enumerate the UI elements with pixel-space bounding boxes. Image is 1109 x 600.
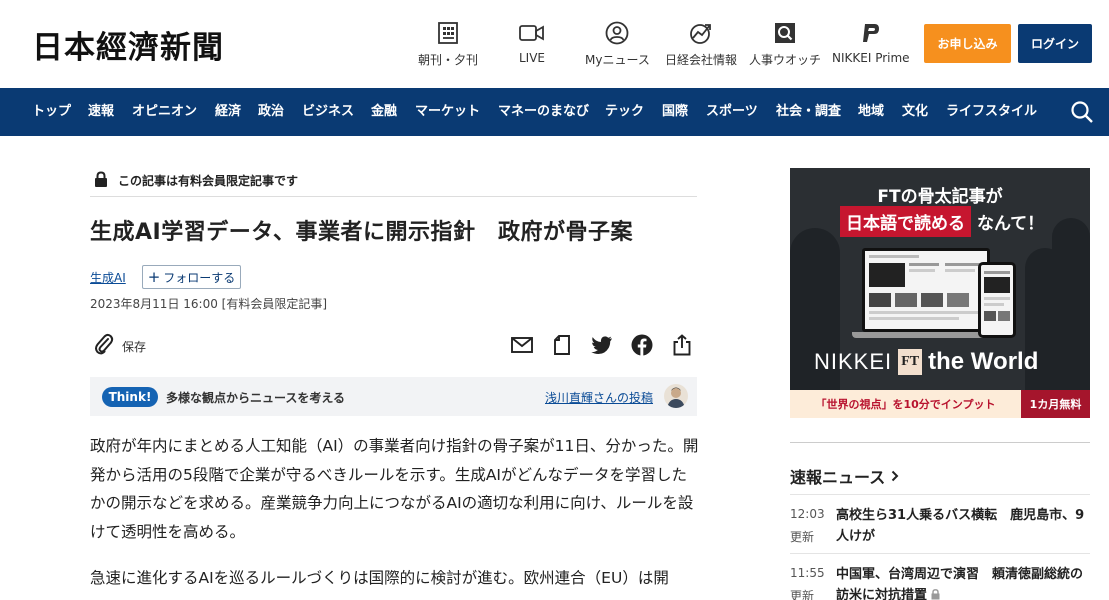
chart-icon	[688, 20, 714, 46]
nav-label: NIKKEI Prime	[832, 51, 910, 65]
article-paragraph: 急速に進化するAIを巡るルールづくりは国際的に検討が進む。欧州連合（EU）は開	[90, 569, 669, 587]
nav-label: 日経会社情報	[665, 53, 738, 67]
save-button[interactable]: 保存	[94, 333, 146, 359]
ft-logo-icon: FT	[898, 349, 923, 375]
nav-item-sports[interactable]: スポーツ	[706, 88, 758, 136]
breaking-news-heading[interactable]: 速報ニュース	[790, 464, 899, 488]
site-logo[interactable]: 日本經濟新聞	[32, 24, 224, 66]
nav-item-tech[interactable]: テック	[605, 88, 644, 136]
search-icon[interactable]	[1070, 100, 1094, 124]
facebook-icon[interactable]	[631, 334, 653, 356]
lock-icon	[94, 171, 108, 191]
save-label: 保存	[122, 339, 147, 354]
nav-item-opinion[interactable]: オピニオン	[132, 88, 197, 136]
news-headline-text: 中国軍、台湾周辺で演習 頼清徳副総統の訪米に対抗措置	[836, 567, 1084, 600]
nav-nikkei-prime[interactable]: NIKKEI Prime	[832, 20, 910, 70]
nav-item-market[interactable]: マーケット	[415, 88, 480, 136]
nav-label: Myニュース	[585, 53, 650, 67]
prime-icon	[858, 20, 884, 46]
news-item[interactable]: 12:03 更新 高校生ら31人乗るバス横転 鹿児島市、9人けが	[790, 494, 1090, 552]
nav-item-politics[interactable]: 政治	[258, 88, 284, 136]
twitter-icon[interactable]	[591, 334, 613, 356]
article-paragraph: 政府が年内にまとめる人工知能（AI）の事業者向け指針の骨子案が11日、分かった。…	[90, 437, 699, 541]
video-camera-icon	[519, 20, 545, 46]
paywall-text: この記事は有料会員限定記事です	[118, 174, 299, 188]
nav-live[interactable]: LIVE	[519, 20, 545, 70]
plus-icon: +	[147, 267, 161, 286]
nav-item-lifestyle[interactable]: ライフスタイル	[946, 88, 1037, 136]
nav-item-region[interactable]: 地域	[858, 88, 884, 136]
news-status: 更新	[790, 530, 815, 544]
nav-personnel-watch[interactable]: 人事ウオッチ	[749, 20, 821, 70]
news-status: 更新	[790, 589, 815, 600]
nav-item-business[interactable]: ビジネス	[302, 88, 354, 136]
news-headline: 中国軍、台湾周辺で演習 頼清徳副総統の訪米に対抗措置	[836, 564, 1086, 600]
ad-footer: 「世界の視点」を10分でインプット 1カ月無料	[790, 390, 1090, 418]
nikkei-ft-ad[interactable]: FTの骨太記事が 日本語で読める なんて！ NIKKEI FT the Worl…	[790, 168, 1090, 418]
paywall-notice: この記事は有料会員限定記事です	[90, 166, 697, 197]
site-header: 日本經濟新聞 朝刊・夕刊 LIVE Myニュース 日経会社情報 人事ウオッチ N…	[0, 0, 1109, 88]
ad-brand: NIKKEI FT the World	[814, 348, 1038, 376]
nav-label: 朝刊・夕刊	[418, 53, 479, 67]
divider	[790, 442, 1090, 443]
nav-label: 人事ウオッチ	[749, 53, 822, 67]
nav-company-info[interactable]: 日経会社情報	[665, 20, 737, 70]
chevron-right-icon	[891, 467, 899, 486]
magnifier-icon	[772, 20, 798, 46]
apply-button[interactable]: お申し込み	[924, 24, 1011, 63]
laptop-image	[862, 248, 990, 332]
nav-item-breaking[interactable]: 速報	[88, 88, 114, 136]
nav-print-edition[interactable]: 朝刊・夕刊	[418, 20, 478, 70]
user-icon	[604, 20, 630, 46]
follow-button[interactable]: + フォローする	[142, 265, 241, 289]
think-description: 多様な観点からニュースを考える	[166, 391, 346, 405]
main-navigation: トップ 速報 オピニオン 経済 政治 ビジネス 金融 マーケット マネーのまなび…	[0, 88, 1109, 136]
ad-subheadline-rest: なんて！	[977, 214, 1045, 234]
nav-item-society[interactable]: 社会・調査	[776, 88, 841, 136]
ad-free-trial: 1カ月無料	[1021, 390, 1090, 418]
nav-item-top[interactable]: トップ	[32, 88, 71, 136]
think-author-link[interactable]: 浅川直輝さんの投稿	[545, 389, 653, 406]
ad-brand-world: the World	[928, 348, 1039, 375]
think-banner: Think! 多様な観点からニュースを考える 浅川直輝さんの投稿	[90, 377, 697, 416]
topic-link[interactable]: 生成AI	[90, 269, 126, 286]
news-time: 12:03	[790, 507, 825, 521]
nav-item-money[interactable]: マネーのまなび	[498, 88, 589, 136]
ad-tagline: 「世界の視点」を10分でインプット	[790, 390, 1021, 418]
phone-image	[978, 262, 1016, 338]
ad-subheadline: 日本語で読める なんて！	[840, 206, 1044, 237]
background-figure	[1052, 218, 1090, 398]
nav-item-international[interactable]: 国際	[662, 88, 688, 136]
publish-date: 2023年8月11日 16:00 [有料会員限定記事]	[90, 297, 328, 311]
nav-label: LIVE	[519, 51, 546, 65]
news-headline: 高校生ら31人乗るバス横転 鹿児島市、9人けが	[836, 508, 1085, 544]
lock-icon	[931, 586, 940, 600]
mail-icon[interactable]	[511, 334, 533, 356]
think-badge[interactable]: Think!	[102, 387, 158, 407]
newspaper-icon	[435, 20, 461, 46]
article-title: 生成AI学習データ、事業者に開示指針 政府が骨子案	[90, 220, 634, 245]
paperclip-icon	[94, 333, 114, 359]
bookmark-icon[interactable]	[551, 334, 573, 356]
news-item[interactable]: 11:55 更新 中国軍、台湾周辺で演習 頼清徳副総統の訪米に対抗措置	[790, 553, 1090, 600]
share-icon[interactable]	[671, 334, 693, 356]
nav-item-culture[interactable]: 文化	[902, 88, 928, 136]
ad-highlight: 日本語で読める	[840, 206, 971, 237]
login-button[interactable]: ログイン	[1018, 24, 1092, 63]
ad-headline: FTの骨太記事が	[877, 187, 1003, 207]
breaking-news-title: 速報ニュース	[790, 468, 886, 487]
nav-my-news[interactable]: Myニュース	[585, 20, 650, 70]
nav-item-economy[interactable]: 経済	[215, 88, 241, 136]
nav-item-finance[interactable]: 金融	[371, 88, 397, 136]
avatar[interactable]	[664, 384, 688, 408]
follow-label: フォローする	[163, 270, 236, 285]
ad-brand-nikkei: NIKKEI	[814, 349, 893, 374]
news-time: 11:55	[790, 566, 825, 580]
